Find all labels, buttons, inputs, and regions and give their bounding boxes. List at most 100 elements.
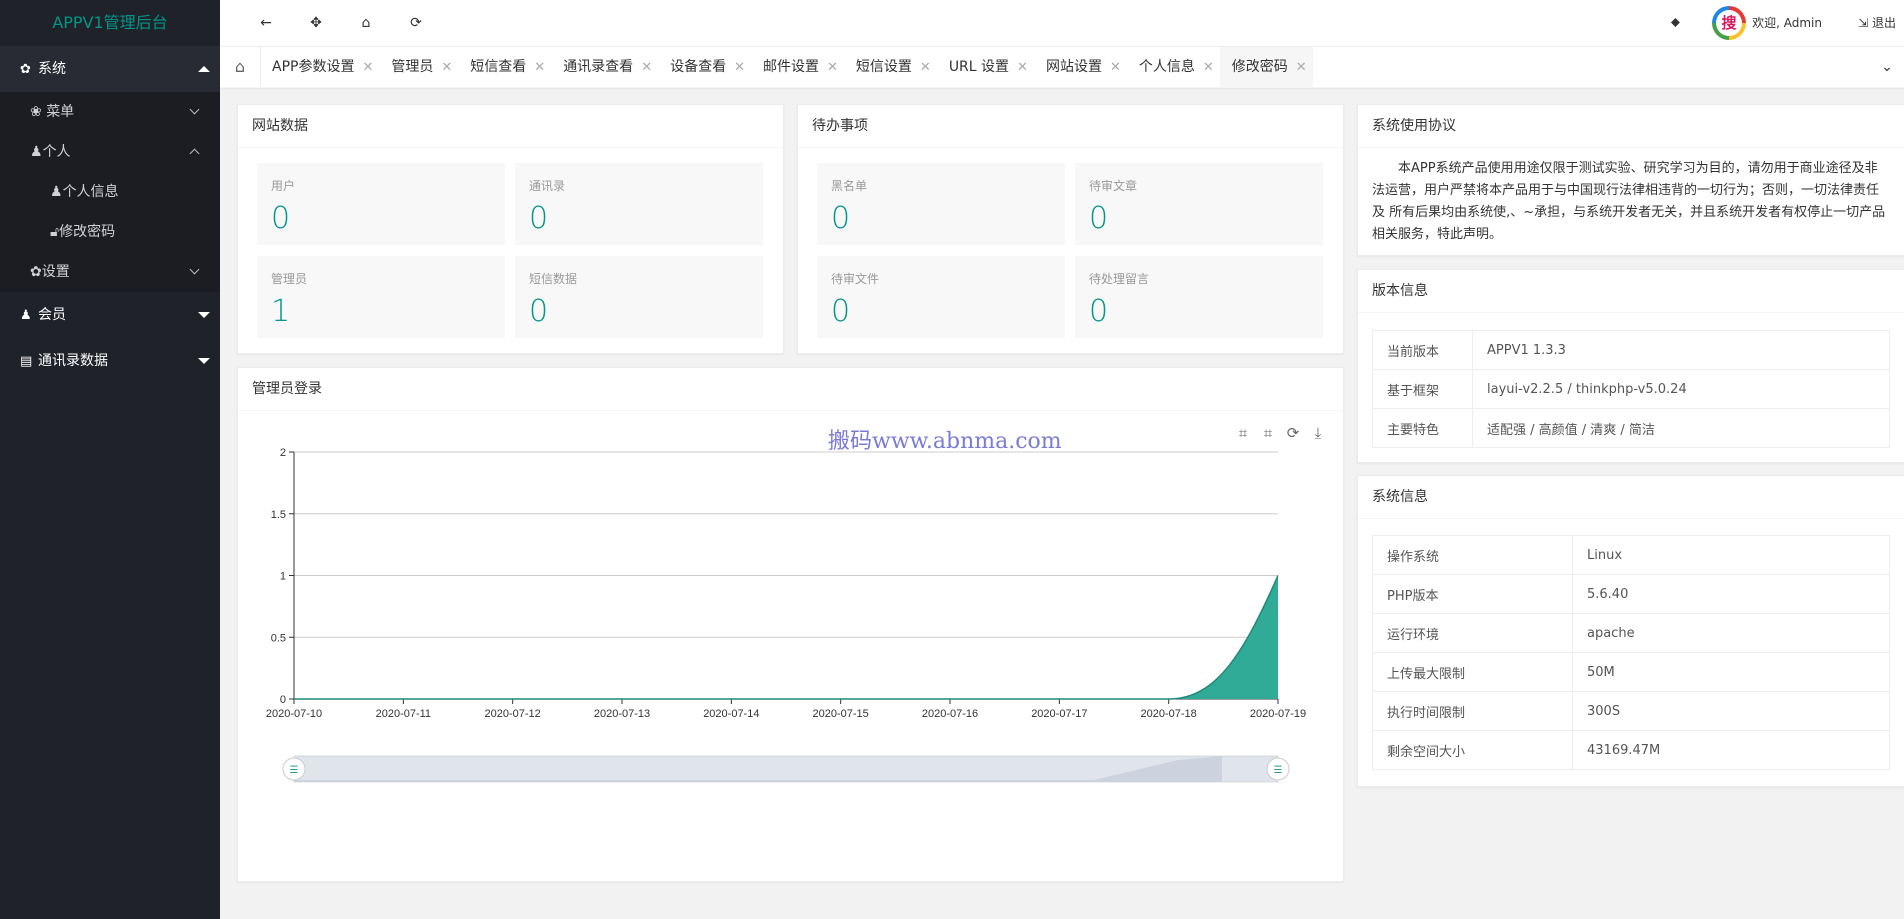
home-tab[interactable]: ⌂ (220, 47, 261, 87)
tab-0[interactable]: APP参数设置 ✕ (260, 47, 379, 87)
sysinfo-row: 操作系统 Linux (1372, 535, 1890, 575)
close-icon[interactable]: ✕ (1110, 48, 1121, 88)
card-title: 待办事项 (798, 105, 1343, 148)
tab-label: 邮件设置 (763, 59, 819, 75)
row-key: PHP版本 (1372, 574, 1573, 614)
x-tick-label: 2020-07-16 (922, 708, 978, 720)
logout-label: 退出 (1871, 16, 1896, 30)
close-icon[interactable]: ✕ (920, 48, 931, 88)
logout-button[interactable]: ⇲ 退出 (1858, 0, 1896, 46)
close-icon[interactable]: ✕ (441, 48, 452, 88)
logout-icon: ⇲ (1858, 16, 1869, 30)
tab-10[interactable]: 修改密码 ✕ (1219, 47, 1313, 88)
avatar-logo: 搜 (1716, 10, 1742, 36)
stat-blacklist[interactable]: 黑名单 0 (817, 163, 1065, 245)
stat-label: 管理员 (271, 272, 308, 286)
version-row: 主要特色 适配强 / 高颜值 / 清爽 / 简洁 (1372, 408, 1890, 448)
tab-7[interactable]: URL 设置 ✕ (937, 47, 1034, 87)
tab-more-button[interactable]: ⌄ (1872, 47, 1902, 87)
row-key: 基于框架 (1372, 369, 1473, 409)
close-icon[interactable]: ✕ (1017, 48, 1028, 88)
watermark-text: 搬码www.abnma.com (828, 429, 1062, 454)
close-icon[interactable]: ✕ (641, 48, 652, 88)
system-info-table: 操作系统 Linux PHP版本 5.6.40 运行环境 apache 上传最大限制 50M 执… (1372, 535, 1890, 770)
version-card: 版本信息 当前版本 APPV1 1.3.3 基于框架 layui-v2.2.5 / t… (1357, 269, 1904, 463)
welcome-text[interactable]: 欢迎, Admin (1752, 0, 1822, 46)
stat-pending-messages[interactable]: 待处理留言 0 (1075, 256, 1323, 338)
card-title: 网站数据 (238, 105, 783, 148)
refresh-icon: ⟳ (410, 15, 422, 31)
tab-bar: ⌂ APP参数设置 ✕ 管理员 ✕ 短信查看 ✕ 通讯录查看 ✕ 设备查看 ✕ 邮件设置 ✕ 短信设置 ✕… (220, 47, 1904, 88)
fullscreen-button[interactable]: ✥ (306, 13, 326, 33)
site-data-card: 网站数据 用户 0 通讯录 0 管理员 1 短信数据 0 (237, 104, 784, 354)
stat-admins[interactable]: 管理员 1 (257, 256, 505, 338)
close-icon[interactable]: ✕ (362, 48, 373, 88)
sidebar-item-menu[interactable]: ❀ 菜单 (0, 92, 220, 132)
close-icon[interactable]: ✕ (1203, 48, 1214, 88)
sysinfo-row: 执行时间限制 300S (1372, 691, 1890, 731)
sidebar-item-label: 通讯录数据 (38, 353, 108, 369)
tab-6[interactable]: 短信设置 ✕ (844, 47, 937, 87)
stat-pending-articles[interactable]: 待审文章 0 (1075, 163, 1323, 245)
refresh-button[interactable]: ⟳ (406, 13, 426, 33)
close-icon[interactable]: ✕ (827, 48, 838, 88)
sysinfo-row: 运行环境 apache (1372, 613, 1890, 653)
sidebar-item-contacts-data[interactable]: ▤ 通讯录数据 (0, 338, 220, 384)
tab-3[interactable]: 通讯录查看 ✕ (551, 47, 658, 87)
x-tick-label: 2020-07-14 (703, 708, 759, 720)
sidebar-item-change-password[interactable]: 🔓︎修改密码 (0, 212, 220, 252)
row-value: 适配强 / 高颜值 / 清爽 / 简洁 (1472, 408, 1890, 448)
move-icon: ✥ (310, 15, 322, 31)
tab-9[interactable]: 个人信息 ✕ (1127, 47, 1220, 87)
stat-value: 0 (831, 201, 851, 236)
tag-icon[interactable]: ⬥ (1671, 15, 1680, 30)
tab-1[interactable]: 管理员 ✕ (379, 47, 458, 87)
zoom-slider-selection (294, 756, 1278, 782)
home-button[interactable]: ⌂ (356, 13, 376, 33)
tab-8[interactable]: 网站设置 ✕ (1034, 47, 1127, 87)
stat-value: 0 (831, 294, 851, 329)
y-tick-label: 2 (280, 447, 286, 459)
stat-value: 0 (1089, 294, 1109, 329)
tab-label: 管理员 (391, 59, 434, 75)
sidebar-item-system[interactable]: ✿ 系统 (0, 46, 220, 92)
row-value: APPV1 1.3.3 (1472, 330, 1890, 370)
arrow-left-icon: ← (260, 15, 272, 31)
refresh-icon[interactable]: ⟳ (1287, 424, 1300, 442)
agreement-text: 本APP系统产品使用用途仅限于测试实验、研究学习为目的，请勿用于商业途径及非法运… (1372, 161, 1886, 242)
version-table: 当前版本 APPV1 1.3.3 基于框架 layui-v2.2.5 / thinkp… (1372, 330, 1890, 448)
caret-up-icon (198, 66, 210, 72)
tab-label: 网站设置 (1045, 59, 1102, 75)
user-icon: ♟ (30, 144, 43, 160)
zoom-reset-icon[interactable]: ⌗ (1264, 424, 1273, 442)
download-icon[interactable]: ⤓ (1315, 424, 1322, 442)
close-icon[interactable]: ✕ (1296, 48, 1307, 88)
back-button[interactable]: ← (256, 13, 276, 33)
row-value: Linux (1572, 535, 1890, 575)
lock-icon: 🔓︎ (50, 224, 60, 240)
row-value: apache (1572, 613, 1890, 653)
stat-contacts[interactable]: 通讯录 0 (515, 163, 763, 245)
sidebar-item-personal-info[interactable]: ♟个人信息 (0, 172, 220, 212)
tab-4[interactable]: 设备查看 ✕ (658, 47, 751, 87)
close-icon[interactable]: ✕ (534, 48, 545, 88)
tab-2[interactable]: 短信查看 ✕ (458, 47, 551, 87)
x-tick-label: 2020-07-13 (594, 708, 650, 720)
sidebar-item-members[interactable]: ♟ 会员 (0, 292, 220, 338)
y-tick-label: 0.5 (271, 632, 286, 644)
stat-label: 通讯录 (529, 179, 566, 193)
close-icon[interactable]: ✕ (734, 48, 745, 88)
zoom-icon[interactable]: ⌗ (1239, 424, 1248, 442)
stat-sms[interactable]: 短信数据 0 (515, 256, 763, 338)
sysinfo-row: 剩余空间大小 43169.47M (1372, 730, 1890, 770)
avatar[interactable]: 搜 (1712, 6, 1746, 40)
sidebar-item-settings[interactable]: ✿设置 (0, 252, 220, 292)
caret-down-icon (198, 312, 210, 318)
chevron-down-icon (189, 104, 200, 115)
stat-users[interactable]: 用户 0 (257, 163, 505, 245)
sidebar-item-personal[interactable]: ♟个人 (0, 132, 220, 172)
sysinfo-row: 上传最大限制 50M (1372, 652, 1890, 692)
chevron-down-icon: ⌄ (1881, 59, 1893, 75)
stat-pending-files[interactable]: 待审文件 0 (817, 256, 1065, 338)
tab-5[interactable]: 邮件设置 ✕ (751, 47, 844, 87)
